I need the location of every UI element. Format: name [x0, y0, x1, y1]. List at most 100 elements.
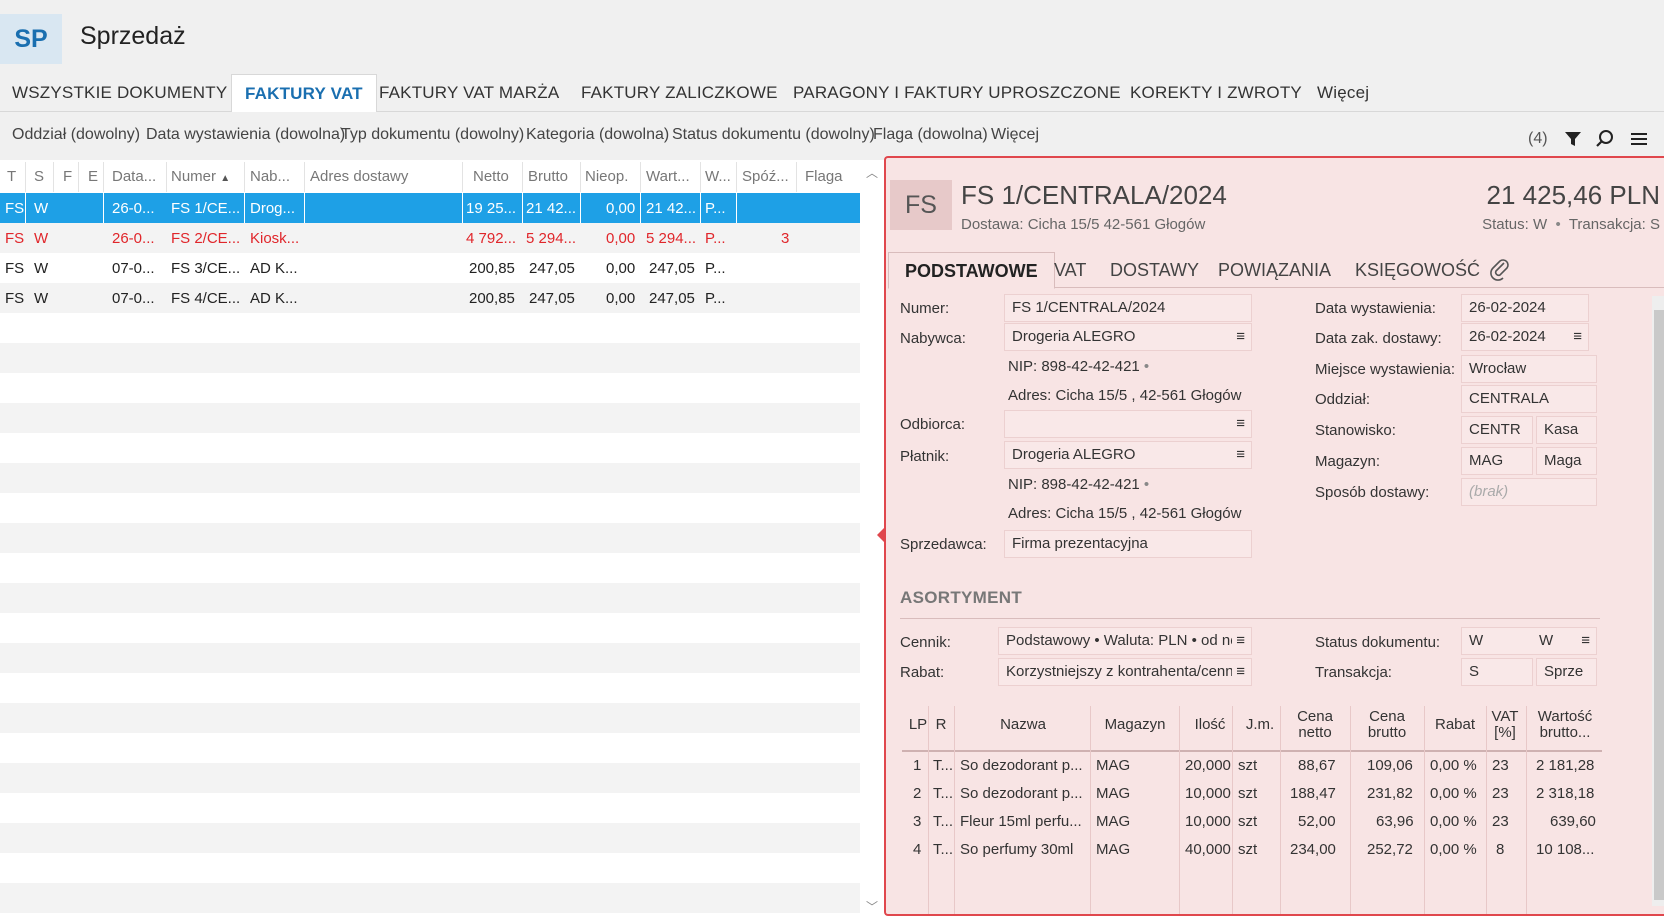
tab-all-documents[interactable]: WSZYSTKIE DOKUMENTY	[12, 74, 227, 112]
col-header-net[interactable]: Netto	[473, 168, 509, 185]
price-list-field[interactable]: Podstawowy • Waluta: PLN • od ne ≡	[998, 627, 1252, 655]
label-issue-date: Data wystawienia:	[1315, 300, 1436, 317]
col-header-number[interactable]: Numer ▲	[171, 168, 230, 185]
col-header-late[interactable]: Spóź...	[742, 168, 789, 185]
buyer-menu-icon[interactable]: ≡	[1236, 324, 1245, 350]
document-status-field[interactable]: W W ≡	[1461, 627, 1597, 655]
table-row[interactable]: FS W 26-0... FS 1/CE... Drog... 19 25...…	[0, 193, 860, 223]
filter-category[interactable]: Kategoria (dowolna)	[526, 126, 669, 144]
label-workstation: Stanowisko:	[1315, 422, 1396, 439]
payer-menu-icon[interactable]: ≡	[1236, 442, 1245, 468]
document-amount: 21 425,46 PLN	[1486, 180, 1660, 210]
table-row[interactable]: FS W 07-0... FS 3/CE... AD K... 200,85 2…	[0, 253, 860, 283]
sort-asc-icon: ▲	[220, 173, 231, 184]
filter-more[interactable]: Więcej	[991, 126, 1039, 144]
delivery-date-menu-icon[interactable]: ≡	[1573, 324, 1582, 350]
col-header-unpaid[interactable]: Nieop.	[585, 168, 628, 185]
col-header-flag[interactable]: Flaga	[805, 168, 843, 185]
empty-row	[0, 703, 860, 733]
detail-panel: FS FS 1/CENTRALA/2024 Dostawa: Cicha 15/…	[884, 156, 1664, 916]
filter-branch[interactable]: Oddział (dowolny)	[12, 126, 140, 144]
buyer-field[interactable]: Drogeria ALEGRO ≡	[1004, 323, 1252, 351]
col-header-status[interactable]: S	[34, 168, 44, 185]
col-header-lp[interactable]: LP	[906, 717, 930, 733]
payer-field[interactable]: Drogeria ALEGRO ≡	[1004, 441, 1252, 469]
issue-date-field[interactable]: 26-02-2024	[1461, 294, 1589, 322]
label-delivery-date: Data zak. dostawy:	[1315, 330, 1442, 347]
filter-flag[interactable]: Flaga (dowolna)	[873, 126, 988, 144]
table-row[interactable]: FS W 07-0... FS 4/CE... AD K... 200,85 2…	[0, 283, 860, 313]
col-header-delivery-address[interactable]: Adres dostawy	[310, 168, 408, 185]
col-header-date[interactable]: Data...	[112, 168, 156, 185]
tab-more[interactable]: Więcej	[1317, 74, 1369, 112]
document-status-menu-icon[interactable]: ≡	[1581, 628, 1590, 654]
col-header-warehouse[interactable]: Magazyn	[1092, 717, 1178, 733]
col-header-net-price[interactable]: Cena netto	[1286, 709, 1344, 741]
col-header-r[interactable]: R	[932, 717, 950, 733]
col-header-gross[interactable]: Brutto	[528, 168, 568, 185]
table-row[interactable]: FS W 26-0... FS 2/CE... Kiosk... 4 792..…	[0, 223, 860, 253]
search-icon[interactable]	[1594, 128, 1616, 150]
tab-deliveries[interactable]: DOSTAWY	[1110, 252, 1199, 288]
workstation-name-field[interactable]: Kasa	[1536, 416, 1597, 444]
tab-corrections[interactable]: KOREKTY I ZWROTY	[1130, 74, 1302, 112]
detail-tabs: PODSTAWOWE VAT DOSTAWY POWIĄZANIA KSIĘGO…	[888, 252, 1664, 289]
paperclip-icon[interactable]	[1490, 257, 1510, 293]
filter-icon[interactable]	[1562, 128, 1584, 150]
tab-receipts[interactable]: PARAGONY I FAKTURY UPROSZCZONE	[793, 74, 1121, 112]
warehouse-name-field[interactable]: Maga	[1536, 447, 1597, 475]
col-header-value[interactable]: Wart...	[646, 168, 690, 185]
tab-accounting[interactable]: KSIĘGOWOŚĆ	[1355, 252, 1480, 288]
recipient-menu-icon[interactable]: ≡	[1236, 411, 1245, 437]
hamburger-icon[interactable]	[1628, 128, 1650, 150]
col-header-quantity[interactable]: Ilość	[1180, 717, 1240, 733]
col-header-name[interactable]: Nazwa	[956, 717, 1090, 733]
col-header-f[interactable]: F	[63, 168, 72, 185]
discount-menu-icon[interactable]: ≡	[1232, 659, 1245, 685]
empty-row	[0, 373, 860, 403]
delivery-date-field[interactable]: 26-02-2024 ≡	[1461, 323, 1589, 351]
tab-basic[interactable]: PODSTAWOWE	[888, 252, 1055, 289]
col-header-w[interactable]: W...	[705, 168, 731, 185]
col-header-gross-value[interactable]: Wartość brutto...	[1532, 709, 1598, 741]
grid-header: T S F E Data... Numer ▲ Nab... Adres dos…	[0, 160, 860, 192]
label-price-list: Cennik:	[900, 634, 951, 651]
filter-document-type[interactable]: Typ dokumentu (dowolny)	[341, 126, 524, 144]
transaction-name-field[interactable]: Sprze	[1536, 658, 1597, 686]
tab-margin-invoices[interactable]: FAKTURY VAT MARŻA	[379, 74, 559, 112]
number-field[interactable]: FS 1/CENTRALA/2024	[1004, 294, 1252, 322]
col-header-discount[interactable]: Rabat	[1424, 717, 1486, 733]
empty-row	[0, 313, 860, 343]
workstation-code-field[interactable]: CENTR	[1461, 416, 1533, 444]
detail-scrollbar-thumb[interactable]	[1654, 310, 1664, 900]
col-header-e[interactable]: E	[88, 168, 98, 185]
document-type-badge: FS	[890, 180, 952, 230]
empty-row	[0, 853, 860, 883]
payer-address: Adres: Cicha 15/5 , 42-561 Głogów	[1008, 505, 1242, 522]
col-header-vat[interactable]: VAT [%]	[1490, 709, 1520, 741]
seller-field[interactable]: Firma prezentacyjna	[1004, 530, 1252, 558]
filter-issue-date[interactable]: Data wystawienia (dowolna)	[146, 126, 345, 144]
warehouse-code-field[interactable]: MAG	[1461, 447, 1533, 475]
filter-document-status[interactable]: Status dokumentu (dowolny)	[672, 126, 875, 144]
col-header-buyer[interactable]: Nab...	[250, 168, 290, 185]
issue-place-field[interactable]: Wrocław	[1461, 355, 1597, 383]
empty-row	[0, 823, 860, 853]
col-header-unit[interactable]: J.m.	[1236, 717, 1284, 733]
scroll-down-icon[interactable]: ﹀	[866, 898, 878, 915]
col-header-gross-price[interactable]: Cena brutto	[1352, 709, 1422, 741]
recipient-field[interactable]: ≡	[1004, 410, 1252, 438]
tab-vat[interactable]: VAT	[1054, 252, 1086, 288]
tab-links[interactable]: POWIĄZANIA	[1218, 252, 1331, 288]
tab-advance-invoices[interactable]: FAKTURY ZALICZKOWE	[581, 74, 778, 112]
price-list-menu-icon[interactable]: ≡	[1232, 628, 1245, 654]
tab-vat-invoices[interactable]: FAKTURY VAT	[231, 74, 377, 113]
col-header-type[interactable]: T	[7, 168, 16, 185]
scroll-up-icon[interactable]: ︿	[866, 164, 878, 181]
transaction-code-field[interactable]: S	[1461, 658, 1533, 686]
delivery-method-field[interactable]: (brak)	[1461, 478, 1597, 506]
empty-row	[0, 883, 860, 913]
discount-field[interactable]: Korzystniejszy z kontrahenta/cenn ≡	[998, 658, 1252, 686]
branch-field[interactable]: CENTRALA	[1461, 385, 1597, 413]
label-delivery-method: Sposób dostawy:	[1315, 484, 1430, 501]
